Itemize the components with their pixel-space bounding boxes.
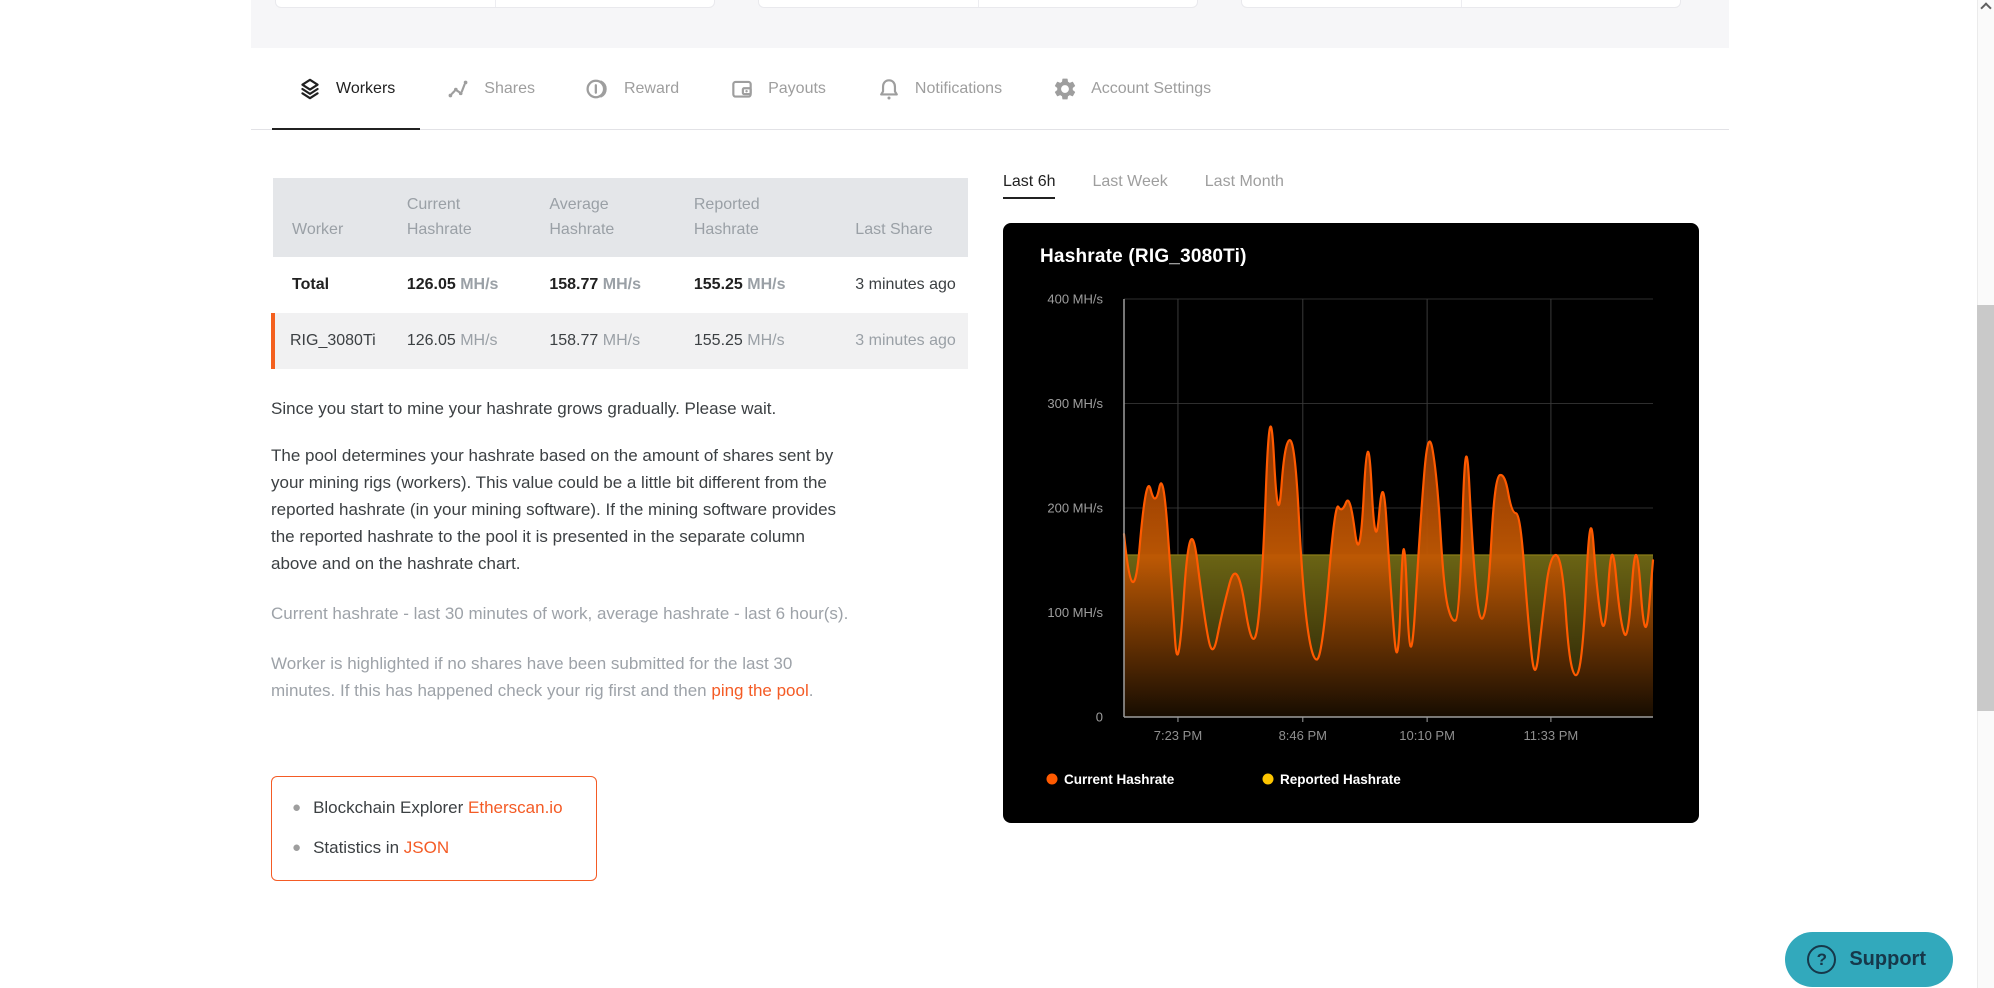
bell-icon xyxy=(876,76,902,102)
wallet-icon xyxy=(729,76,755,102)
worker-name: Total xyxy=(273,257,407,313)
stat-card-divider xyxy=(495,0,496,7)
table-row-rig-3080ti: RIG_3080Ti 126.05 MH/s 158.77 MH/s 155.2… xyxy=(273,313,968,369)
question-circle-icon: ? xyxy=(1807,945,1836,974)
bullet-icon: ● xyxy=(292,834,301,861)
current-hashrate-value: 126.05 MH/s xyxy=(407,257,550,313)
range-tab-last-week[interactable]: Last Week xyxy=(1092,173,1167,199)
stat-card xyxy=(1241,0,1681,8)
workers-table: Worker CurrentHashrate AverageHashrate R… xyxy=(271,178,968,369)
svg-text:11:33 PM: 11:33 PM xyxy=(1524,728,1579,743)
tab-shares[interactable]: Shares xyxy=(420,48,560,129)
etherscan-link[interactable]: Etherscan.io xyxy=(468,798,563,817)
scroll-up-arrow-icon[interactable] xyxy=(1980,2,1991,13)
stat-card-divider xyxy=(978,0,979,7)
col-header-reported-hashrate: ReportedHashrate xyxy=(694,178,855,257)
nav-tabs: Workers Shares Reward xyxy=(251,48,1729,129)
tab-payouts[interactable]: Payouts xyxy=(704,48,851,129)
coin-icon xyxy=(585,76,611,102)
col-header-current-hashrate: CurrentHashrate xyxy=(407,178,550,257)
svg-text:400 MH/s: 400 MH/s xyxy=(1047,292,1103,307)
tab-workers[interactable]: Workers xyxy=(272,48,420,129)
tab-label: Payouts xyxy=(768,80,826,98)
last-share-value: 3 minutes ago xyxy=(855,257,968,313)
svg-text:200 MH/s: 200 MH/s xyxy=(1047,501,1103,516)
table-header-row: Worker CurrentHashrate AverageHashrate R… xyxy=(273,178,968,257)
range-tab-last-month[interactable]: Last Month xyxy=(1205,173,1284,199)
stat-card xyxy=(758,0,1198,8)
hashrate-chart: 0 100 MH/s 200 MH/s 300 MH/s 400 MH/s 7:23 PM… xyxy=(1003,223,1699,823)
svg-text:Reported Hashrate: Reported Hashrate xyxy=(1280,772,1401,787)
note-paragraph-muted: Worker is highlighted if no shares have … xyxy=(271,650,849,704)
json-stats-link[interactable]: JSON xyxy=(404,838,449,857)
average-hashrate-value: 158.77 MH/s xyxy=(549,313,694,369)
links-info-box: ● Blockchain Explorer Etherscan.io ● Sta… xyxy=(271,776,597,881)
layers-icon xyxy=(297,76,323,102)
gear-icon xyxy=(1052,76,1078,102)
note-paragraph-muted: Current hashrate - last 30 minutes of wo… xyxy=(271,600,849,627)
stat-card-divider xyxy=(1461,0,1462,7)
scrollbar-track[interactable] xyxy=(1977,0,1994,988)
note-paragraph: The pool determines your hashrate based … xyxy=(271,442,849,577)
section-tabbar: Workers Shares Reward xyxy=(251,48,1729,130)
scrollbar-thumb[interactable] xyxy=(1977,305,1994,711)
chart-range-tabs: Last 6h Last Week Last Month xyxy=(1003,173,1699,199)
average-hashrate-value: 158.77 MH/s xyxy=(549,257,694,313)
stat-card xyxy=(275,0,715,8)
chart-section: Last 6h Last Week Last Month Hashrate (R… xyxy=(1003,140,1699,823)
current-hashrate-value: 126.05 MH/s xyxy=(407,313,550,369)
tab-label: Account Settings xyxy=(1091,80,1211,98)
svg-text:Current Hashrate: Current Hashrate xyxy=(1064,772,1175,787)
last-share-value: 3 minutes ago xyxy=(855,313,968,369)
svg-text:300 MH/s: 300 MH/s xyxy=(1047,396,1103,411)
svg-text:8:46 PM: 8:46 PM xyxy=(1279,728,1327,743)
col-header-worker: Worker xyxy=(273,178,407,257)
tab-label: Workers xyxy=(336,80,395,98)
svg-text:7:23 PM: 7:23 PM xyxy=(1154,728,1202,743)
col-header-last-share: Last Share xyxy=(855,178,968,257)
list-item: ● Statistics in JSON xyxy=(292,834,576,861)
tab-notifications[interactable]: Notifications xyxy=(851,48,1027,129)
hashrate-chart-panel: Hashrate (RIG_3080Ti) 0100 MH/s200 MH/s3… xyxy=(1003,223,1699,823)
note-paragraph: Since you start to mine your hashrate gr… xyxy=(271,395,849,422)
worker-name: RIG_3080Ti xyxy=(273,313,407,369)
bullet-icon: ● xyxy=(292,794,301,821)
tab-label: Notifications xyxy=(915,80,1002,98)
tab-reward[interactable]: Reward xyxy=(560,48,704,129)
tab-account-settings[interactable]: Account Settings xyxy=(1027,48,1236,129)
reported-hashrate-value: 155.25 MH/s xyxy=(694,313,855,369)
tab-label: Reward xyxy=(624,80,679,98)
range-tab-last-6h[interactable]: Last 6h xyxy=(1003,173,1055,199)
list-item: ● Blockchain Explorer Etherscan.io xyxy=(292,794,576,821)
svg-text:100 MH/s: 100 MH/s xyxy=(1047,605,1103,620)
support-label: Support xyxy=(1849,948,1926,971)
col-header-average-hashrate: AverageHashrate xyxy=(549,178,694,257)
workers-section: Worker CurrentHashrate AverageHashrate R… xyxy=(271,140,968,881)
notes-section: Since you start to mine your hashrate gr… xyxy=(271,395,849,704)
ping-the-pool-link[interactable]: ping the pool xyxy=(711,681,808,700)
table-row-total: Total 126.05 MH/s 158.77 MH/s 155.25 MH/… xyxy=(273,257,968,313)
svg-text:10:10 PM: 10:10 PM xyxy=(1399,728,1455,743)
support-button[interactable]: ? Support xyxy=(1785,932,1953,987)
tab-label: Shares xyxy=(484,80,535,98)
scatter-icon xyxy=(445,76,471,102)
svg-text:0: 0 xyxy=(1096,710,1103,725)
reported-hashrate-value: 155.25 MH/s xyxy=(694,257,855,313)
